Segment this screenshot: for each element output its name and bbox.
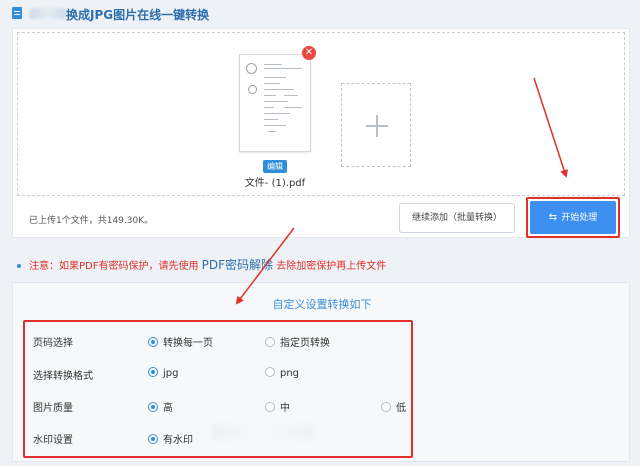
thumb-line (264, 101, 288, 102)
thumb-line (288, 68, 302, 69)
thumb-line (268, 131, 276, 132)
radio-label: 中 (280, 403, 290, 414)
page-header: 换成JPG图片在线一键转换 (0, 0, 640, 26)
format-label: 选择转换格式 (33, 371, 93, 382)
quality-label: 图片质量 (33, 403, 73, 414)
radio-label: 高 (163, 403, 173, 414)
notice-suffix: 去除加密保护再上传文件 (276, 261, 387, 272)
upload-status: 已上传1个文件，共149.30K。 (29, 216, 154, 226)
thumb-line (284, 107, 302, 108)
watermark-label: 水印设置 (33, 435, 73, 446)
remove-file-button[interactable]: ✕ (302, 46, 316, 60)
radio-circle (265, 402, 275, 412)
radio-label: 转换每一页 (163, 338, 213, 349)
drop-zone[interactable]: ✕ 编辑 文件- (1).pdf (17, 32, 625, 196)
thumb-line (264, 125, 286, 126)
pdf-password-remove-link[interactable]: PDF密码解除 (202, 258, 273, 272)
close-icon: ✕ (304, 47, 314, 58)
radio-jpg[interactable]: jpg (148, 367, 178, 379)
notice-prefix: 注意：如果PDF有密码保护，请先使用 (29, 261, 199, 272)
thumb-line (264, 119, 278, 120)
pdf-thumbnail[interactable] (239, 54, 311, 152)
file-name: 文件- (1).pdf (244, 178, 306, 189)
start-processing-button[interactable]: ⇆ 开始处理 (530, 201, 616, 234)
document-icon (12, 7, 22, 19)
radio-circle (148, 367, 158, 377)
thumb-line (284, 95, 298, 96)
start-button-label: 开始处理 (561, 213, 598, 223)
add-file-tile[interactable] (341, 83, 411, 167)
page-title: 换成JPG图片在线一键转换 (66, 8, 210, 22)
upload-panel: ✕ 编辑 文件- (1).pdf 已上传1个文件，共149.30K。 继续添加（… (12, 28, 630, 238)
edit-button[interactable]: 编辑 (263, 160, 287, 173)
radio-quality-medium[interactable]: 中 (265, 399, 290, 414)
radio-label: 有水印 (163, 435, 193, 446)
radio-label: png (280, 368, 300, 379)
radio-circle (148, 402, 158, 412)
radio-label: 低 (396, 403, 406, 414)
radio-circle (148, 434, 158, 444)
radio-quality-high[interactable]: 高 (148, 399, 173, 414)
radio-circle (265, 337, 275, 347)
bullet-dot (17, 264, 21, 268)
thumb-line (264, 64, 282, 65)
password-notice: 注意：如果PDF有密码保护，请先使用 PDF密码解除 去除加密保护再上传文件 (17, 256, 386, 273)
radio-quality-low[interactable]: 低 (381, 399, 406, 414)
page-selection-label: 页码选择 (33, 338, 73, 349)
thumb-line (264, 83, 280, 84)
blurred-title-prefix (30, 8, 66, 19)
radio-circle (381, 402, 391, 412)
thumb-line (264, 77, 286, 78)
radio-with-watermark[interactable]: 有水印 (148, 431, 193, 446)
radio-circle (265, 367, 275, 377)
thumb-line (264, 95, 276, 96)
thumb-line (264, 107, 274, 108)
radio-convert-every-page[interactable]: 转换每一页 (148, 334, 213, 349)
thumb-line (264, 89, 294, 90)
radio-circle (148, 337, 158, 347)
seal-graphic (248, 85, 257, 94)
thumb-line (264, 113, 290, 114)
radio-png[interactable]: png (265, 367, 299, 379)
settings-panel: 自定义设置转换如下 页码选择 转换每一页 指定页转换 选择转换格式 jpg pn… (12, 282, 630, 462)
seal-graphic (246, 63, 257, 74)
swap-icon: ⇆ (548, 212, 558, 223)
radio-specific-pages[interactable]: 指定页转换 (265, 334, 330, 349)
settings-title: 自定义设置转换如下 (272, 298, 372, 311)
plus-icon-vertical (376, 115, 378, 137)
blurred-option (213, 425, 313, 439)
continue-add-button[interactable]: 继续添加（批量转换） (399, 203, 515, 233)
radio-label: jpg (163, 368, 179, 379)
radio-label: 指定页转换 (280, 338, 330, 349)
